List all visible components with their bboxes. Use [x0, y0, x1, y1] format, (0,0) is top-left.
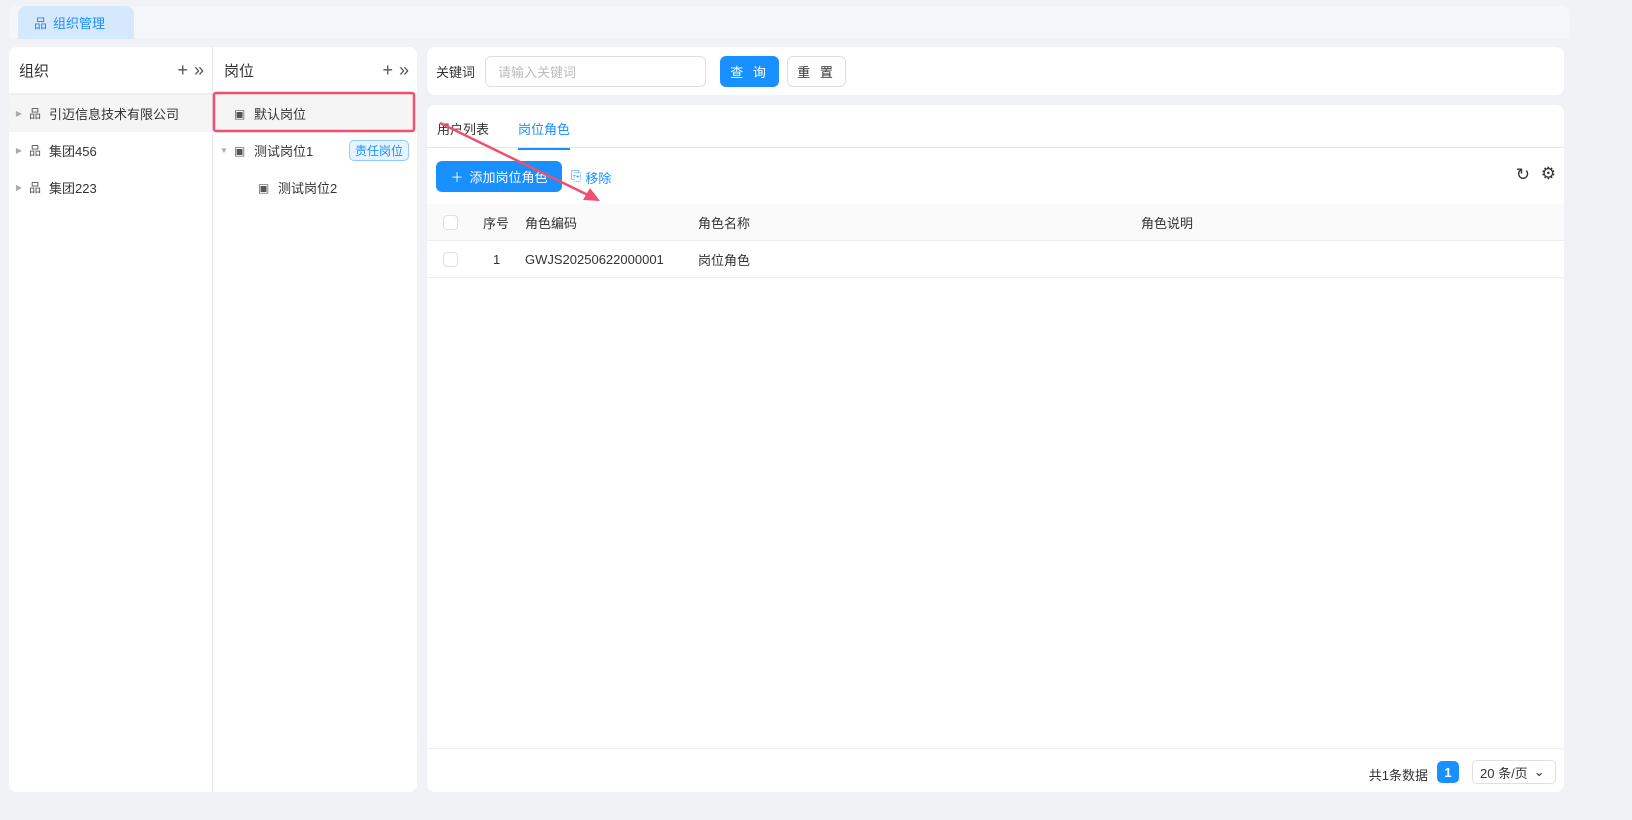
post-item[interactable]: ▼ ▣ 测试岗位1 责任岗位	[214, 132, 417, 169]
add-icon[interactable]: +	[382, 60, 393, 81]
plus-icon: ＋	[450, 170, 464, 185]
header-index: 序号	[483, 215, 510, 231]
tab-org-management[interactable]: 品组织管理	[18, 6, 134, 39]
remove-file-icon: ⎘	[571, 168, 582, 183]
collapse-icon[interactable]: »	[399, 60, 409, 81]
tab-bar	[9, 6, 1569, 38]
keyword-input[interactable]: 请输入关键词	[485, 55, 707, 87]
org-icon: 品	[29, 181, 42, 195]
tab-post-roles[interactable]: 岗位角色	[518, 119, 571, 150]
post-item[interactable]: ▣ 默认岗位	[214, 95, 417, 132]
gear-icon[interactable]: ⚙	[1541, 164, 1556, 184]
org-icon: 品	[29, 144, 42, 158]
chevron-down-icon: ⌄	[1533, 764, 1545, 779]
post-column: 岗位 + » ▣ 默认岗位 ▼ ▣ 测试岗位1 责任岗位 ▣ 测试岗位2	[214, 47, 417, 792]
caret-right-icon[interactable]: ▶	[9, 109, 29, 118]
caret-right-icon[interactable]: ▶	[9, 146, 29, 155]
org-item[interactable]: ▶ 品集团223	[9, 169, 212, 206]
org-item[interactable]: ▶ 品集团456	[9, 132, 212, 169]
tree-panel: 组织 + » ▶ 品引迈信息技术有限公司 ▶ 品集团456 ▶ 品集团223 岗位 + » ▣…	[9, 47, 417, 792]
page-size-select[interactable]: 20 条/页 ⌄	[1472, 760, 1556, 784]
header-desc: 角色说明	[1141, 215, 1194, 231]
cell-index: 1	[493, 251, 501, 267]
caret-down-icon[interactable]: ▼	[214, 146, 234, 155]
org-item[interactable]: ▶ 品引迈信息技术有限公司	[9, 95, 212, 132]
search-bar: 关键词 请输入关键词 查 询 重 置	[427, 47, 1564, 95]
id-card-icon: ▣	[258, 180, 270, 195]
total-count: 共1条数据	[1368, 768, 1428, 783]
page-1-button[interactable]: 1	[1437, 761, 1459, 783]
row-checkbox[interactable]	[443, 251, 458, 267]
post-title: 岗位	[224, 62, 255, 80]
add-post-role-button[interactable]: ＋添加岗位角色	[436, 161, 562, 192]
select-all-checkbox[interactable]	[443, 214, 458, 230]
caret-right-icon[interactable]: ▶	[9, 183, 29, 192]
query-button[interactable]: 查 询	[720, 55, 780, 87]
id-card-icon: ▣	[234, 143, 246, 158]
id-card-icon: ▣	[234, 106, 246, 121]
org-icon: 品	[29, 107, 42, 121]
header-code: 角色编码	[525, 215, 578, 231]
org-icon: 品	[34, 16, 48, 31]
tabs: 用户列表 岗位角色	[427, 105, 1564, 150]
keyword-label: 关键词	[436, 64, 476, 80]
table-row[interactable]: 1 GWJS20250622000001 岗位角色	[427, 241, 1564, 278]
refresh-icon[interactable]: ↻	[1516, 165, 1530, 185]
responsibility-badge: 责任岗位	[348, 140, 409, 161]
cell-name: 岗位角色	[698, 252, 751, 268]
reset-button[interactable]: 重 置	[787, 55, 847, 87]
remove-button[interactable]: ⎘ 移除	[571, 168, 611, 187]
main-card: 用户列表 岗位角色 ＋添加岗位角色 ⎘ 移除 ↻ ⚙ 序号 角色编码 角色名称 角…	[427, 105, 1564, 792]
org-column: 组织 + » ▶ 品引迈信息技术有限公司 ▶ 品集团456 ▶ 品集团223	[9, 47, 213, 792]
header-name: 角色名称	[698, 215, 751, 231]
pagination: 共1条数据 1 20 条/页 ⌄	[427, 748, 1564, 792]
tab-user-list[interactable]: 用户列表	[437, 119, 489, 138]
add-icon[interactable]: +	[177, 60, 188, 81]
collapse-icon[interactable]: »	[194, 60, 204, 81]
table-header: 序号 角色编码 角色名称 角色说明	[427, 204, 1564, 241]
post-item[interactable]: ▣ 测试岗位2	[214, 169, 417, 206]
cell-code: GWJS20250622000001	[525, 251, 664, 267]
org-title: 组织	[19, 62, 50, 80]
